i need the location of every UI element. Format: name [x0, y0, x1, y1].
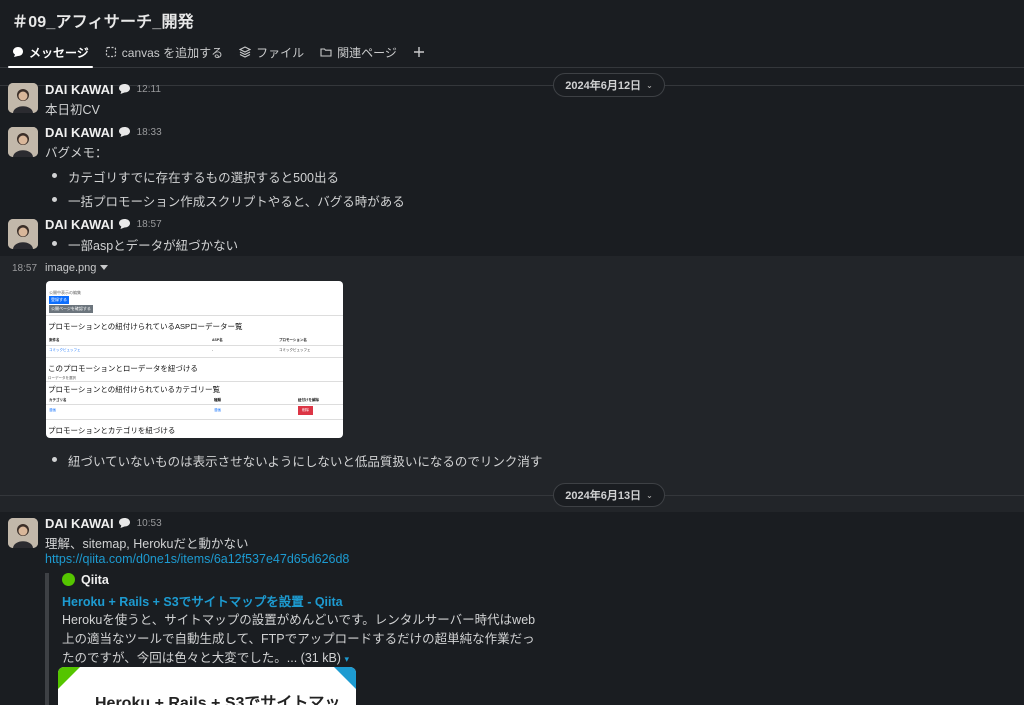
author-name[interactable]: DAI KAWAI: [45, 82, 114, 97]
tab-messages[interactable]: メッセージ: [8, 40, 93, 68]
message-time[interactable]: 18:33: [137, 127, 162, 138]
message-text: バグメモ：: [45, 146, 108, 160]
date-pill-jun12[interactable]: 2024年6月12日 ⌄: [553, 73, 665, 97]
unfurl-desc-text: Herokuを使うと、サイトマップの設置がめんどいです。レンタルサーバー時代はw…: [62, 613, 536, 665]
tab-add-canvas-label: canvas を追加する: [121, 45, 224, 60]
message-time[interactable]: 10:53: [137, 518, 162, 529]
date-divider: 2024年6月13日 ⌄: [0, 483, 1024, 507]
preview-th: カテゴリ名: [49, 398, 67, 402]
list-item: 一括プロモーション作成スクリプトやると、バグる時がある: [52, 191, 405, 210]
layers-icon: [239, 46, 252, 58]
tab-files-label: ファイル: [256, 45, 305, 60]
preview-rule: [46, 357, 343, 358]
unfurl-site-name: Qiita: [81, 573, 109, 587]
avatar-image: [8, 127, 38, 157]
preview-td: 漫画: [214, 408, 221, 412]
list-item: 紐づいていないものは表示させないようにしないと低品質扱いになるのでリンク消す: [52, 451, 542, 470]
preview-heading: このプロモーションとローデータを紐づける: [48, 364, 198, 373]
message-text: 本日初CV: [45, 103, 100, 117]
avatar[interactable]: [8, 127, 38, 157]
channel-title[interactable]: ＃09_アフィサーチ_開発: [12, 8, 1012, 32]
speech-bubble-icon: [118, 518, 130, 528]
folder-icon: [320, 48, 332, 57]
list-item-text: カテゴリすでに存在するもの選択すると500出る: [68, 171, 339, 185]
speech-bubble-icon: [118, 127, 130, 137]
preview-th: プロモーション名: [279, 338, 307, 342]
preview-rule: [46, 315, 343, 316]
tab-files[interactable]: ファイル: [239, 40, 304, 64]
preview-heading: プロモーションとの紐付けられているカテゴリー覧: [48, 385, 221, 394]
preview-rule: [46, 404, 343, 405]
file-name[interactable]: image.png: [45, 262, 96, 274]
message-text: 理解、sitemap, Herokuだと動かない: [45, 537, 249, 551]
list-item: カテゴリすでに存在するもの選択すると500出る: [52, 167, 339, 186]
preview-heading: プロモーションとカテゴリを紐づける: [48, 426, 176, 435]
avatar-image: [8, 219, 38, 249]
file-attachment: 18:57 image.png 公開中表示の編集 登録する 公開ページを確認する…: [0, 256, 1024, 512]
channel-tabs: メッセージ canvas を追加する ファイル 関連ページ: [0, 40, 1024, 68]
preview-td: コミックビュッフェ: [279, 348, 311, 352]
preview-rule: [46, 419, 343, 420]
message-meta: DAI KAWAI 18:33: [45, 124, 162, 140]
file-time[interactable]: 18:57: [12, 263, 37, 274]
add-tab-button[interactable]: [413, 40, 425, 64]
author-name[interactable]: DAI KAWAI: [45, 516, 114, 531]
unfurl-size: (31 kB): [300, 651, 341, 665]
list-item: 一部aspとデータが紐づかない: [52, 235, 238, 254]
chevron-down-icon: ⌄: [646, 490, 653, 500]
date-label: 2024年6月12日: [565, 80, 642, 92]
preview-th: ASP名: [212, 338, 223, 342]
message-link[interactable]: https://qiita.com/d0ne1s/items/6a12f537e…: [45, 552, 349, 566]
preview-blue-button: 登録する: [49, 296, 69, 304]
list-item-text: 紐づいていないものは表示させないようにしないと低品質扱いになるのでリンク消す: [68, 455, 543, 469]
image-preview[interactable]: 公開中表示の編集 登録する 公開ページを確認する プロモーションとの紐付けられて…: [46, 281, 343, 438]
message-meta: DAI KAWAI 18:57: [45, 216, 162, 232]
caret-down-icon[interactable]: [100, 265, 108, 270]
message-time[interactable]: 12:11: [137, 84, 161, 95]
tab-messages-label: メッセージ: [29, 45, 89, 60]
unfurl-image-text: Heroku + Rails + S3でサイトマッ: [95, 695, 341, 705]
preview-heading: プロモーションとの紐付けられているASPローデーター覧: [48, 322, 243, 331]
preview-rule: [46, 345, 343, 346]
author-name[interactable]: DAI KAWAI: [45, 125, 114, 140]
message-meta: DAI KAWAI 12:11: [45, 81, 161, 97]
author-name[interactable]: DAI KAWAI: [45, 217, 114, 232]
chevron-down-icon: ⌄: [646, 80, 653, 90]
preview-td: コミックビュッフェ: [49, 348, 81, 352]
caret-down-icon[interactable]: ▾: [344, 654, 349, 664]
tab-related-pages-label: 関連ページ: [337, 45, 397, 60]
preview-th: 案件名: [49, 338, 60, 342]
tab-add-canvas[interactable]: canvas を追加する: [105, 40, 223, 64]
preview-gray-button: 公開ページを確認する: [49, 305, 93, 313]
divider-line: [0, 495, 1024, 496]
preview-td: 漫画: [49, 408, 56, 412]
unfurl-description: Herokuを使うと、サイトマップの設置がめんどいです。レンタルサーバー時代はw…: [62, 611, 542, 669]
date-pill-jun13[interactable]: 2024年6月13日 ⌄: [553, 483, 665, 507]
avatar-image: [8, 518, 38, 548]
list-item-text: 一括プロモーション作成スクリプトやると、バグる時がある: [68, 195, 405, 209]
qiita-logo-icon: [62, 573, 75, 586]
message-bubble-icon: [13, 47, 23, 57]
message-meta: DAI KAWAI 10:53: [45, 515, 162, 531]
preview-th: 紐付けを解除: [298, 398, 319, 402]
unfurl-image[interactable]: Heroku + Rails + S3でサイトマッ: [58, 667, 356, 705]
speech-bubble-icon: [118, 84, 130, 94]
unfurl-title[interactable]: Heroku + Rails + S3でサイトマップを設置 - Qiita: [62, 591, 343, 610]
preview-td: -: [212, 348, 214, 352]
avatar-image: [8, 83, 38, 113]
avatar[interactable]: [8, 518, 38, 548]
canvas-icon: [105, 46, 116, 58]
preview-rule: [46, 381, 343, 382]
plus-icon: [413, 47, 424, 57]
preview-delete-button: 削除: [298, 406, 313, 415]
avatar[interactable]: [8, 219, 38, 249]
date-label: 2024年6月13日: [565, 490, 642, 502]
avatar[interactable]: [8, 83, 38, 113]
message-time[interactable]: 18:57: [137, 219, 162, 230]
tab-related-pages[interactable]: 関連ページ: [320, 40, 397, 64]
preview-th: 種類: [214, 398, 221, 402]
speech-bubble-icon: [118, 219, 130, 229]
channel-header: ＃09_アフィサーチ_開発: [0, 0, 1024, 38]
list-item-text: 一部aspとデータが紐づかない: [68, 239, 239, 253]
